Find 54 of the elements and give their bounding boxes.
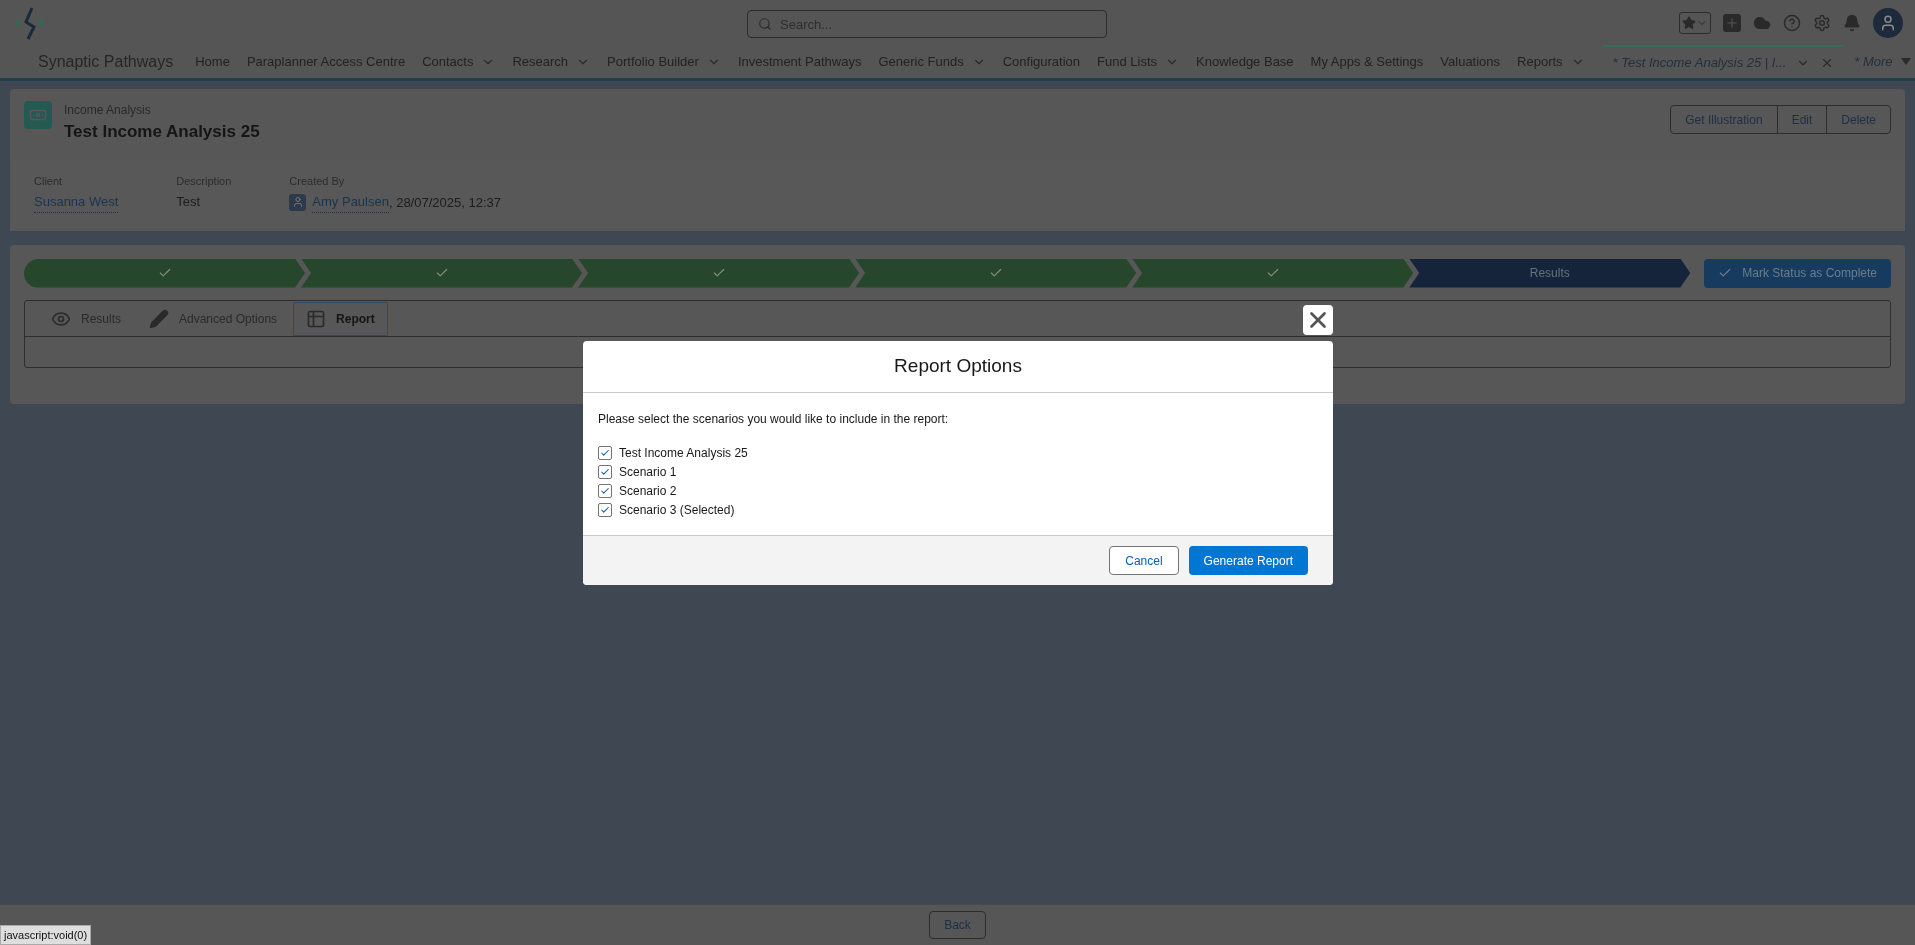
mark-complete-button[interactable]: Mark Status as Complete [1704,258,1891,288]
completed-stage[interactable] [24,258,306,288]
table-icon [306,308,327,329]
checkbox-label[interactable]: Test Income Analysis 25 [619,443,748,462]
checkbox[interactable] [598,445,612,460]
bell-icon[interactable] [1843,13,1861,32]
check-icon [600,485,610,496]
tab[interactable]: Report [293,301,388,336]
action-button[interactable]: Get Illustration [1671,106,1777,133]
checkbox[interactable] [598,464,612,479]
check-icon [600,466,610,477]
action-button[interactable]: Delete [1826,106,1890,133]
pencil-icon [149,308,169,329]
triangle-icon [1900,57,1911,66]
avatar[interactable] [1873,7,1903,38]
check-icon [600,447,610,458]
plus-icon [1725,15,1739,30]
checkbox-label[interactable]: Scenario 1 [619,462,677,481]
completed-stage[interactable] [1132,258,1414,288]
check-icon [711,266,726,280]
search-icon [758,17,772,31]
created-date: , 28/07/2025, 12:37 [388,193,501,212]
favorites-button[interactable] [1679,11,1711,34]
completed-stage[interactable] [301,258,583,288]
settings-icon[interactable] [1813,13,1831,32]
add-button[interactable] [1723,13,1741,32]
dialog-prompt: Please select the scenarios you would like to include in the report: [598,411,950,428]
check-icon [988,266,1003,280]
back-button[interactable]: Back [929,911,986,939]
completed-stage[interactable] [578,258,860,288]
action-button[interactable]: Edit [1776,106,1827,133]
check-icon [1265,266,1280,280]
user-link[interactable]: Amy Paulsen [312,192,389,213]
generate-report-button[interactable]: Generate Report [1188,546,1308,575]
check-icon [157,266,172,280]
checkbox-label[interactable]: Scenario 2 [619,481,677,500]
checkbox[interactable] [598,502,612,517]
completed-stage[interactable] [855,258,1137,288]
client-link[interactable]: Susanna West [34,192,119,213]
help-icon[interactable] [1783,13,1801,32]
check-icon [1718,266,1733,280]
check-icon [600,504,610,515]
record-title: Test Income Analysis 25 [64,121,260,143]
dialog-title: Report Options [894,354,1022,379]
field-value: Test [176,193,202,211]
check-icon [434,266,449,280]
close-button[interactable] [1303,305,1333,335]
checkbox-label[interactable]: Scenario 3 (Selected) [619,500,735,519]
status-url: javascript:void(0) [0,924,92,945]
star-icon [1682,15,1696,30]
user-icon [1879,13,1897,32]
current-stage[interactable]: Results [1409,258,1691,288]
cancel-button[interactable]: Cancel [1109,546,1179,575]
checkbox[interactable] [598,483,612,498]
